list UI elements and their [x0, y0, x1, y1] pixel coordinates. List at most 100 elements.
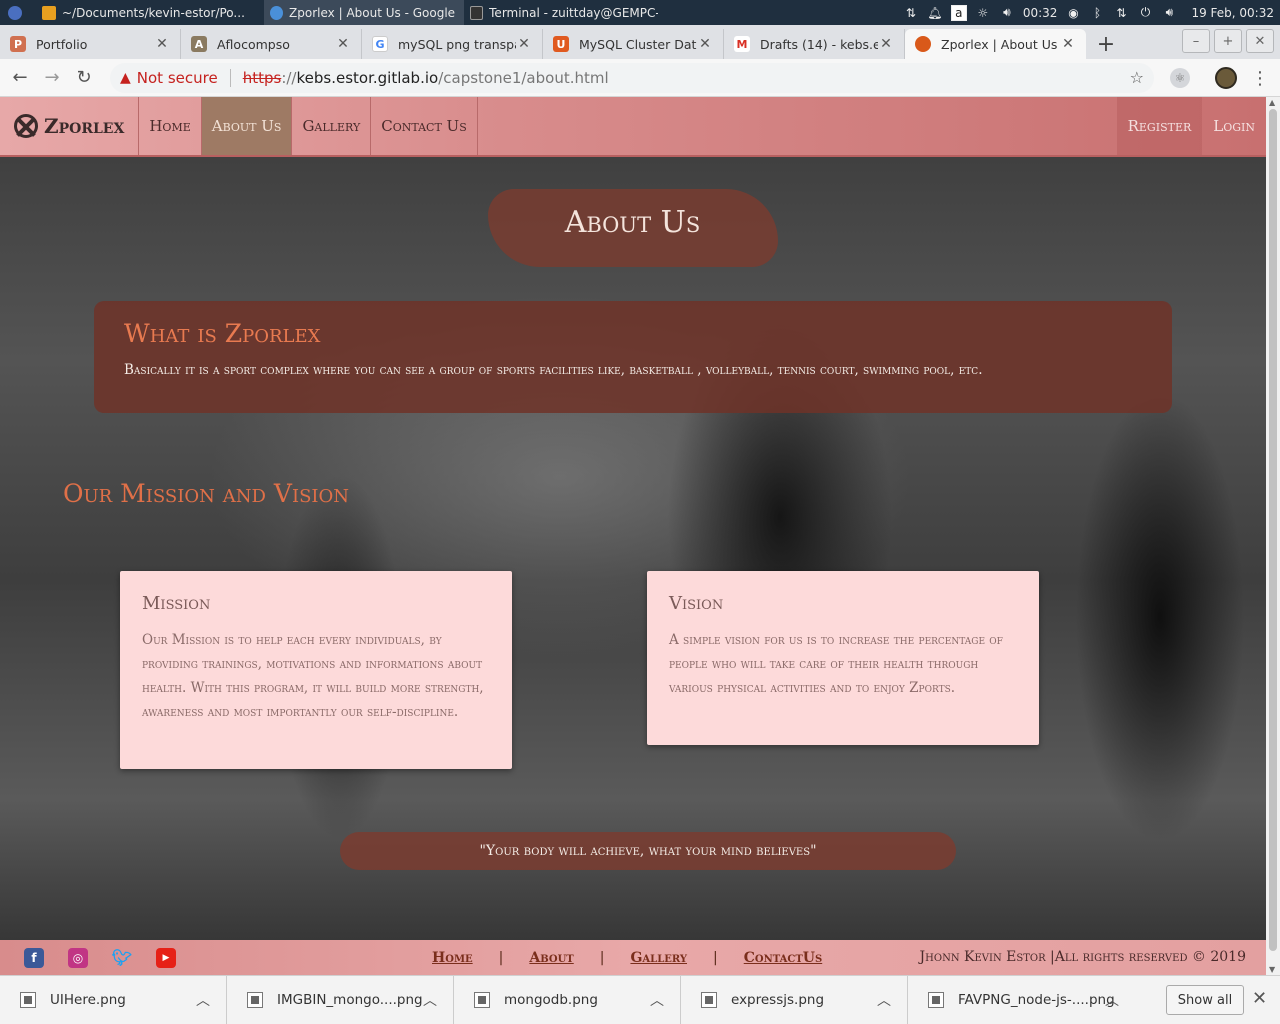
instagram-icon[interactable]: ◎	[68, 947, 88, 968]
what-is-text: Basically it is a sport complex where yo…	[124, 362, 983, 378]
tray-clock[interactable]: 00:32	[1023, 6, 1058, 20]
chevron-up-icon[interactable]: ︿	[877, 990, 891, 1010]
tab-mysql-cluster[interactable]: U MySQL Cluster Datab ✕	[543, 29, 724, 59]
tab-zporlex-about[interactable]: Zporlex | About Us ✕	[905, 29, 1086, 59]
keyboard-layout-icon[interactable]: a	[950, 4, 967, 21]
motivational-quote: "Your body will achieve, what your mind …	[340, 832, 956, 870]
footer-link-about[interactable]: About	[529, 950, 573, 966]
os-top-panel: ~/Documents/kevin-estor/Po... Zporlex | …	[0, 0, 1280, 25]
close-icon[interactable]: ✕	[1060, 36, 1076, 52]
os-menu-button[interactable]	[0, 0, 36, 25]
scrollbar-thumb[interactable]	[1269, 109, 1277, 951]
tab-google-search[interactable]: G mySQL png transpar ✕	[362, 29, 543, 59]
close-icon[interactable]: ✕	[516, 36, 532, 52]
url-scheme: https	[242, 69, 282, 87]
show-all-button[interactable]: Show all	[1166, 985, 1244, 1015]
download-filename: mongodb.png	[504, 992, 598, 1008]
image-file-icon	[474, 992, 490, 1008]
scroll-up-icon[interactable]: ▲	[1269, 98, 1275, 107]
tray-date-time[interactable]: 19 Feb, 00:32	[1191, 6, 1274, 20]
nav-login[interactable]: Login	[1202, 97, 1266, 155]
download-item[interactable]: FAVPNG_node-js-....png ︿	[908, 976, 1135, 1024]
nav-gallery[interactable]: Gallery	[292, 97, 372, 155]
browser-tab-strip: P Portfolio ✕ A Aflocompso ✕ G mySQL png…	[0, 25, 1280, 59]
volume-icon-2[interactable]: 🔊︎	[1161, 5, 1177, 21]
tab-portfolio[interactable]: P Portfolio ✕	[0, 29, 181, 59]
download-item[interactable]: expressjs.png ︿	[681, 975, 908, 1024]
image-file-icon	[701, 992, 717, 1008]
site-footer: f ◎ 🐦︎ ▶ Home | About | Gallery | Contac…	[0, 940, 1266, 975]
tab-gmail-drafts[interactable]: M Drafts (14) - kebs.es ✕	[724, 29, 905, 59]
vision-title: Vision	[669, 593, 724, 614]
bluetooth-icon[interactable]: ᛒ	[1089, 5, 1105, 21]
nav-contact-us[interactable]: Contact Us	[371, 97, 478, 155]
nav-register[interactable]: Register	[1116, 97, 1203, 155]
address-bar[interactable]: ▲ Not secure https :// kebs.estor.gitlab…	[110, 63, 1154, 93]
taskbar-app-files[interactable]: ~/Documents/kevin-estor/Po...	[36, 0, 264, 25]
image-file-icon	[928, 992, 944, 1008]
mission-text: Our Mission is to help each every indivi…	[142, 632, 484, 720]
browser-menu-icon[interactable]: ⋮	[1250, 65, 1270, 91]
footer-link-contactus[interactable]: ContactUs	[744, 950, 822, 966]
network-icon[interactable]: ⇅	[1113, 5, 1129, 21]
vision-text: A simple vision for us is to increase th…	[669, 632, 1003, 696]
minimize-button[interactable]: –	[1182, 29, 1210, 53]
forward-button[interactable]: →	[36, 62, 68, 94]
security-status[interactable]: Not secure	[137, 69, 218, 87]
chrome-icon	[270, 5, 284, 20]
aflocompso-favicon-icon: A	[191, 36, 207, 52]
bookmark-star-icon[interactable]: ☆	[1130, 68, 1144, 87]
download-item[interactable]: UIHere.png ︿	[0, 975, 227, 1024]
profile-avatar[interactable]	[1215, 67, 1237, 89]
page-scrollbar[interactable]: ▲ ▼	[1266, 97, 1280, 975]
zporlex-favicon-icon	[915, 36, 931, 52]
bell-icon[interactable]: 🔔︎	[927, 5, 943, 21]
extension-react-icon[interactable]: ⚛	[1170, 68, 1190, 88]
scroll-down-icon[interactable]: ▼	[1269, 965, 1275, 974]
nav-about-us[interactable]: About Us	[201, 97, 293, 155]
warning-icon[interactable]: ▲	[120, 70, 131, 86]
close-icon[interactable]: ✕	[335, 36, 351, 52]
sublime-icon	[42, 5, 56, 20]
divider	[229, 69, 231, 87]
download-item[interactable]: IMGBIN_mongo....png ︿	[227, 975, 454, 1024]
page-viewport: Zporlex Home About Us Gallery Contact Us…	[0, 97, 1266, 975]
close-icon[interactable]: ✕	[878, 36, 894, 52]
network-arrows-icon[interactable]: ⇅	[903, 5, 919, 21]
close-icon[interactable]: ✕	[1252, 988, 1267, 1009]
eye-icon[interactable]: ◉	[1065, 5, 1081, 21]
chevron-up-icon[interactable]: ︿	[650, 990, 664, 1010]
copyright-text: Jhonn Kevin Estor |All rights reserved ©…	[919, 949, 1246, 965]
portfolio-favicon-icon: P	[10, 36, 26, 52]
volume-icon[interactable]: 🔊︎	[999, 5, 1015, 21]
footer-separator: |	[498, 949, 504, 966]
download-item[interactable]: mongodb.png ︿	[454, 975, 681, 1024]
close-icon[interactable]: ✕	[697, 36, 713, 52]
reload-button[interactable]: ↻	[68, 62, 100, 94]
facebook-icon[interactable]: f	[24, 947, 44, 968]
chevron-up-icon[interactable]: ︿	[423, 990, 437, 1010]
taskbar-app-terminal[interactable]: Terminal - zuittday@GEMPC-...	[464, 0, 664, 25]
maximize-button[interactable]: +	[1214, 29, 1242, 53]
downloads-bar: UIHere.png ︿ IMGBIN_mongo....png ︿ mongo…	[0, 975, 1280, 1024]
site-brand[interactable]: Zporlex	[0, 97, 140, 155]
udemy-favicon-icon: U	[553, 36, 569, 52]
footer-link-home[interactable]: Home	[432, 950, 473, 966]
back-button[interactable]: ←	[4, 62, 36, 94]
chevron-up-icon[interactable]: ︿	[196, 990, 210, 1010]
url-path: /capstone1/about.html	[438, 69, 609, 87]
twitter-icon[interactable]: 🐦︎	[112, 948, 132, 968]
taskbar-app-chrome[interactable]: Zporlex | About Us - Google ...	[264, 0, 464, 25]
nav-right-group: Register Login	[1116, 97, 1266, 155]
youtube-icon[interactable]: ▶	[156, 947, 176, 968]
brightness-icon[interactable]: ☼	[975, 5, 991, 21]
nav-home[interactable]: Home	[139, 97, 202, 155]
power-icon[interactable]: ⏻	[1137, 5, 1153, 21]
close-window-button[interactable]: ✕	[1246, 29, 1274, 53]
footer-link-gallery[interactable]: Gallery	[630, 950, 687, 966]
new-tab-button[interactable]: +	[1086, 29, 1126, 59]
close-icon[interactable]: ✕	[154, 36, 170, 52]
download-filename: expressjs.png	[731, 992, 825, 1008]
chevron-up-icon[interactable]: ︿	[1105, 990, 1119, 1010]
tab-aflocompso[interactable]: A Aflocompso ✕	[181, 29, 362, 59]
